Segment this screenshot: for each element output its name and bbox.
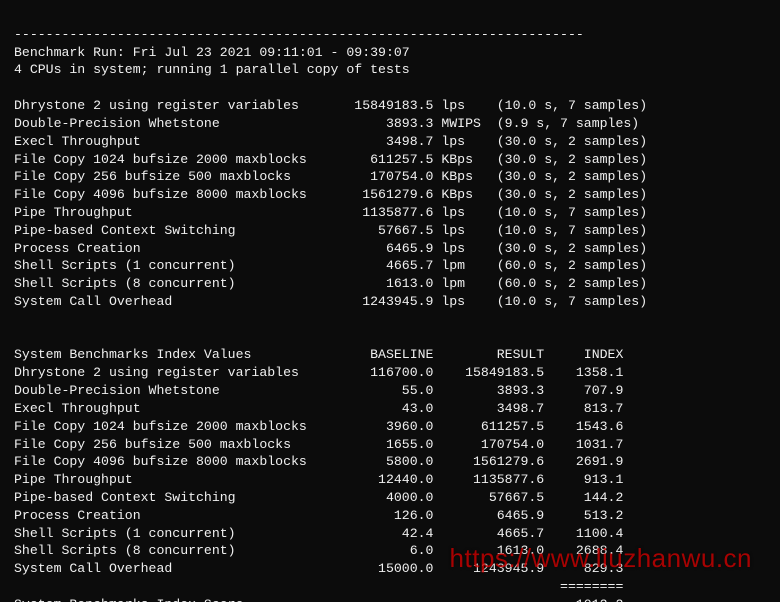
terminal-output: ----------------------------------------…: [0, 0, 780, 602]
results-block-2: System Benchmarks Index Values BASELINE …: [14, 346, 766, 602]
results-block-1: Dhrystone 2 using register variables 158…: [14, 97, 766, 311]
cpu-info-line: 4 CPUs in system; running 1 parallel cop…: [14, 62, 410, 77]
divider-line: ----------------------------------------…: [14, 27, 584, 42]
benchmark-run-line: Benchmark Run: Fri Jul 23 2021 09:11:01 …: [14, 45, 410, 60]
